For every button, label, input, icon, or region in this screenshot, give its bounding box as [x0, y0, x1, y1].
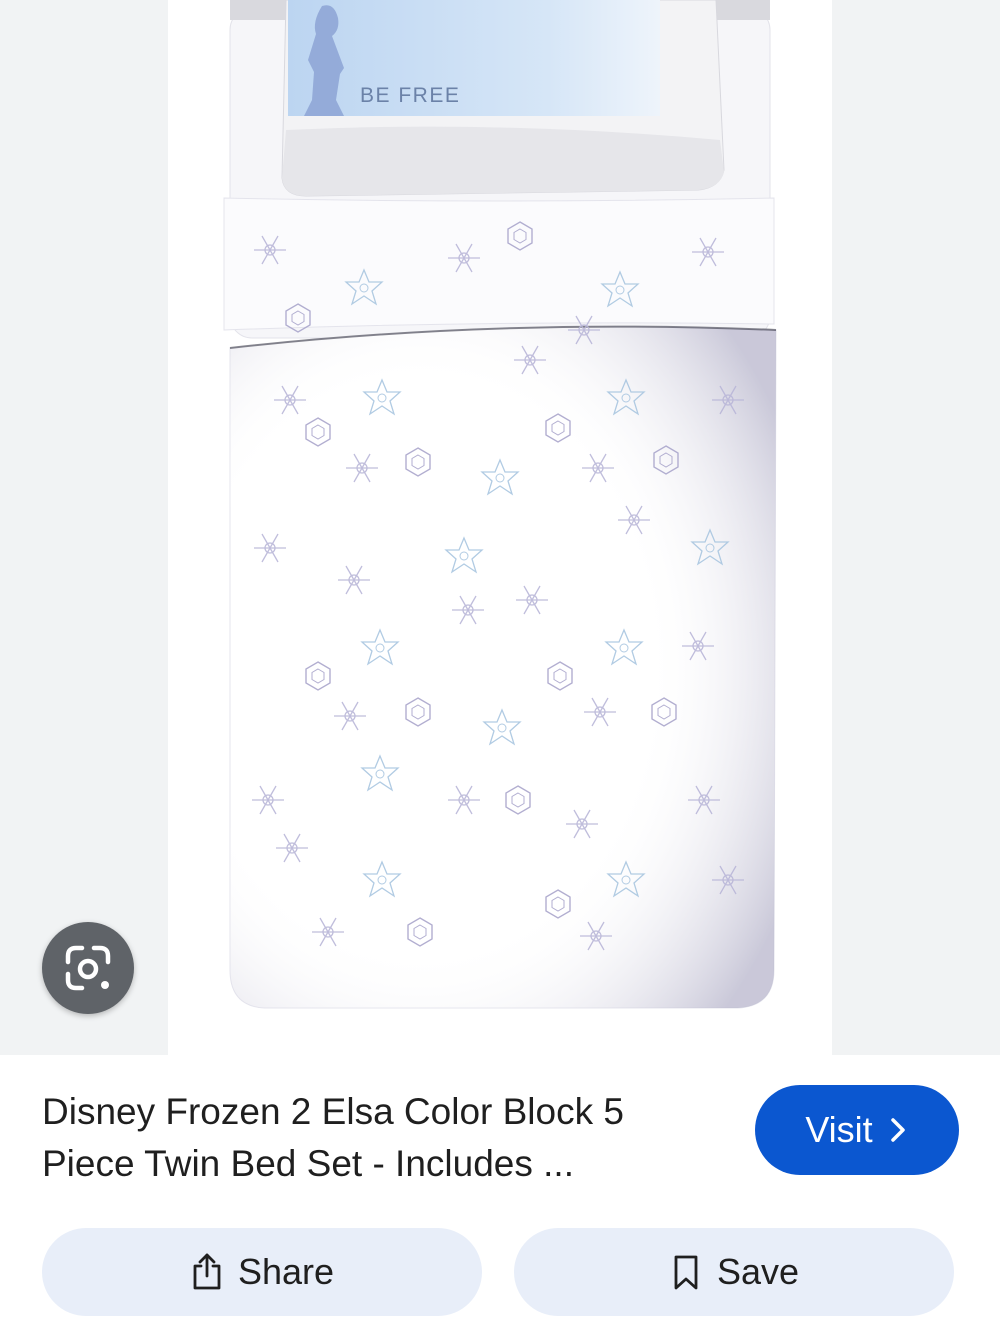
- visit-button-label: Visit: [805, 1109, 873, 1150]
- share-icon: [193, 1253, 221, 1290]
- pillow-text: BE FREE: [360, 84, 460, 107]
- visit-button[interactable]: Visit: [755, 1085, 959, 1175]
- product-title-line-2: Piece Twin Bed Set - Includes ...: [42, 1143, 574, 1184]
- share-button-label: Share: [237, 1251, 335, 1292]
- image-preview-panel: BE FREE: [0, 0, 1000, 1055]
- bed-set-photo: BE FREE: [223, 0, 777, 1009]
- bookmark-icon: [674, 1255, 698, 1290]
- save-button-label: Save: [716, 1251, 800, 1292]
- save-button[interactable]: Save: [514, 1228, 954, 1316]
- google-lens-icon: [65, 945, 111, 991]
- product-title-line-1: Disney Frozen 2 Elsa Color Block 5: [42, 1091, 624, 1132]
- product-title[interactable]: Disney Frozen 2 Elsa Color Block 5 Piece…: [42, 1086, 722, 1190]
- share-button[interactable]: Share: [42, 1228, 482, 1316]
- google-lens-button[interactable]: [42, 922, 134, 1014]
- chevron-right-icon: [890, 1118, 905, 1142]
- product-image[interactable]: BE FREE: [168, 0, 832, 1055]
